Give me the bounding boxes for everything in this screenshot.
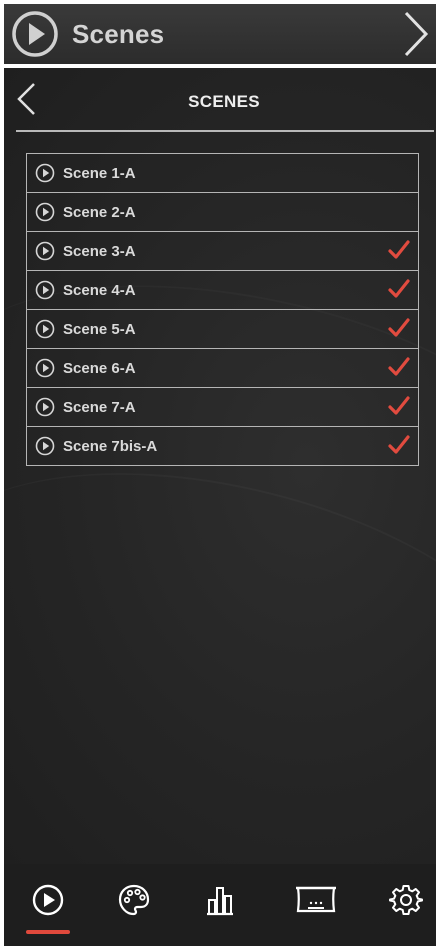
gear-icon <box>389 885 423 915</box>
nav-item-stage[interactable] <box>284 864 348 936</box>
scene-label: Scene 1-A <box>63 164 136 182</box>
play-circle-icon <box>35 397 55 417</box>
play-circle-icon <box>35 280 55 300</box>
checkmark-icon <box>388 279 410 298</box>
scene-row[interactable]: Scene 2-A <box>27 192 418 231</box>
active-tab-indicator <box>26 930 70 934</box>
scene-row[interactable]: Scene 5-A <box>27 309 418 348</box>
scene-label: Scene 7bis-A <box>63 437 158 455</box>
scene-label: Scene 3-A <box>63 242 136 260</box>
nav-item-scenes[interactable] <box>22 864 74 936</box>
play-circle-icon <box>35 319 55 339</box>
play-circle-icon <box>35 436 55 456</box>
scene-row[interactable]: Scene 7bis-A <box>27 426 418 465</box>
play-circle-icon <box>35 358 55 378</box>
nav-item-settings[interactable] <box>380 864 432 936</box>
scenes-panel: SCENES Scene 1-A Scene 2-A Scene 3-A Sce… <box>4 68 436 864</box>
nav-item-colors[interactable] <box>108 864 160 936</box>
play-circle-icon[interactable] <box>10 9 60 59</box>
stage-icon <box>296 886 336 913</box>
scene-row[interactable]: Scene 6-A <box>27 348 418 387</box>
scene-label: Scene 6-A <box>63 359 136 377</box>
scene-label: Scene 5-A <box>63 320 136 338</box>
scene-row[interactable]: Scene 3-A <box>27 231 418 270</box>
header-title: Scenes <box>72 18 165 49</box>
scene-label: Scene 4-A <box>63 281 136 299</box>
checkmark-icon <box>388 318 410 337</box>
bar-chart-icon <box>207 887 233 916</box>
scene-label: Scene 2-A <box>63 203 136 221</box>
chevron-right-icon[interactable] <box>400 10 430 58</box>
checkmark-icon <box>388 435 410 454</box>
checkmark-icon <box>388 396 410 415</box>
play-circle-icon <box>35 202 55 222</box>
scene-list: Scene 1-A Scene 2-A Scene 3-A Scene 4-A … <box>26 153 419 466</box>
palette-icon <box>118 884 150 916</box>
play-circle-icon <box>32 884 64 916</box>
play-circle-icon <box>35 241 55 261</box>
nav-item-levels[interactable] <box>194 864 246 936</box>
top-bar: Scenes <box>4 4 436 64</box>
divider <box>16 130 434 132</box>
scene-label: Scene 7-A <box>63 398 136 416</box>
checkmark-icon <box>388 357 410 376</box>
scene-row[interactable]: Scene 1-A <box>27 154 418 192</box>
play-circle-icon <box>35 163 55 183</box>
page-title: SCENES <box>188 92 260 111</box>
checkmark-icon <box>388 240 410 259</box>
scene-row[interactable]: Scene 4-A <box>27 270 418 309</box>
bottom-nav <box>4 864 436 946</box>
scene-row[interactable]: Scene 7-A <box>27 387 418 426</box>
